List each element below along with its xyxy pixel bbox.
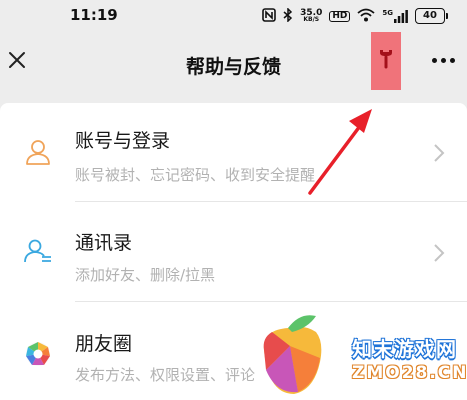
signal-icon: 5G bbox=[382, 9, 408, 23]
status-time: 11:19 bbox=[70, 6, 118, 24]
contacts-icon bbox=[23, 236, 53, 266]
list-item-contacts[interactable]: 通讯录 添加好友、删除/拉黑 bbox=[0, 202, 467, 300]
hd-badge: HD bbox=[329, 10, 351, 22]
battery-indicator: 40 bbox=[415, 8, 448, 24]
watermark-domain: ZMO28.CN bbox=[352, 363, 467, 383]
more-dots-icon[interactable] bbox=[432, 58, 455, 63]
item-subtitle: 添加好友、删除/拉黑 bbox=[75, 266, 216, 284]
wrench-icon bbox=[379, 48, 393, 74]
item-title: 账号与登录 bbox=[75, 130, 171, 152]
status-bar: 11:19 35.0 KB/S HD 5G 40 bbox=[0, 0, 467, 32]
moments-icon bbox=[23, 339, 53, 369]
chevron-right-icon bbox=[433, 143, 445, 163]
chevron-right-icon bbox=[433, 243, 445, 263]
item-subtitle: 发布方法、权限设置、评论 bbox=[75, 366, 256, 384]
wrench-button[interactable] bbox=[371, 32, 401, 90]
net-speed: 35.0 KB/S bbox=[300, 7, 323, 23]
nfc-icon bbox=[262, 8, 276, 24]
wifi-icon bbox=[357, 8, 375, 24]
nav-bar: 帮助与反馈 bbox=[0, 32, 467, 94]
status-icons: 35.0 KB/S HD 5G 40 bbox=[262, 6, 448, 26]
item-title: 通讯录 bbox=[75, 232, 133, 254]
item-subtitle: 账号被封、忘记密码、收到安全提醒 bbox=[75, 166, 316, 184]
bluetooth-icon bbox=[283, 7, 293, 24]
account-icon bbox=[23, 137, 53, 167]
watermark-name: 知末游戏网 bbox=[352, 337, 457, 361]
item-title: 朋友圈 bbox=[75, 333, 133, 355]
list-item-account[interactable]: 账号与登录 账号被封、忘记密码、收到安全提醒 bbox=[0, 103, 467, 201]
